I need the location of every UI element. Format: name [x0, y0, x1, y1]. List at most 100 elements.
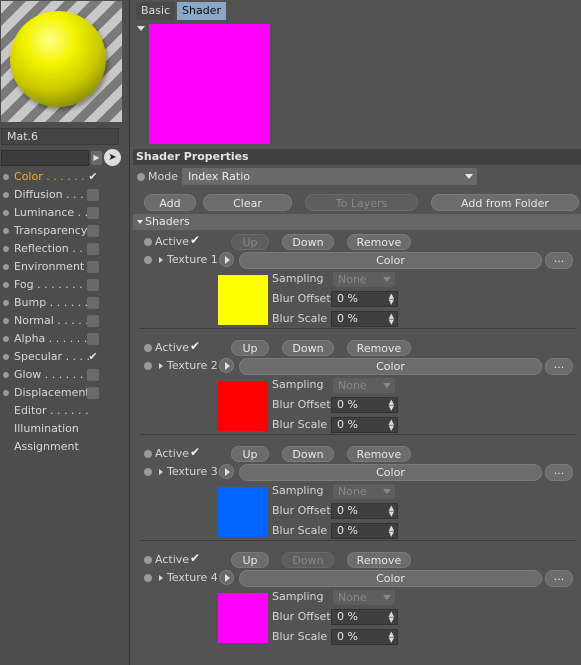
add-button[interactable]: Add — [144, 194, 196, 211]
channel-item[interactable]: Transparency — [0, 222, 130, 240]
shader-type-button[interactable]: Color — [239, 358, 542, 375]
channel-item[interactable]: Environment — [0, 258, 130, 276]
channel-enable-checkbox[interactable]: ✔ — [87, 351, 99, 363]
channel-enable-checkbox[interactable] — [87, 279, 99, 291]
channel-dot-icon[interactable] — [3, 282, 9, 288]
tab-shader[interactable]: Shader — [177, 2, 226, 20]
material-preview[interactable] — [1, 1, 122, 122]
active-checkbox[interactable]: ✔ — [190, 446, 203, 459]
channel-dot-icon[interactable] — [3, 264, 9, 270]
arrow-right-icon[interactable]: ▶ — [91, 151, 102, 165]
spinner-icon[interactable]: ▲ ▼ — [389, 419, 394, 432]
channel-dot-icon[interactable] — [3, 336, 9, 342]
texture-animation-dot[interactable] — [144, 574, 152, 582]
channel-enable-checkbox[interactable] — [87, 243, 99, 255]
channel-item[interactable]: Normal . . . . . — [0, 312, 130, 330]
active-checkbox[interactable]: ✔ — [190, 340, 203, 353]
shader-type-button[interactable]: Color — [239, 252, 542, 269]
up-button[interactable]: Up — [231, 552, 269, 568]
pick-cursor-icon[interactable]: ➤ — [104, 149, 121, 166]
add-from-folder-button[interactable]: Add from Folder — [431, 194, 579, 211]
channel-enable-checkbox[interactable] — [87, 261, 99, 273]
active-animation-dot[interactable] — [144, 238, 152, 246]
texture-animation-dot[interactable] — [144, 468, 152, 476]
color-swatch[interactable] — [218, 593, 268, 643]
texture-animation-dot[interactable] — [144, 256, 152, 264]
more-options-button[interactable]: ... — [545, 570, 573, 587]
down-button[interactable]: Down — [282, 340, 334, 356]
spinner-icon[interactable]: ▲ ▼ — [389, 293, 394, 306]
channel-dot-icon[interactable] — [3, 210, 9, 216]
channel-item[interactable]: Fog . . . . . . . . — [0, 276, 130, 294]
channel-item[interactable]: Luminance . . — [0, 204, 130, 222]
channel-item[interactable]: Displacement — [0, 384, 130, 402]
spinner-icon[interactable]: ▲ ▼ — [389, 525, 394, 538]
channel-item[interactable]: Bump . . . . . . — [0, 294, 130, 312]
channel-item[interactable]: Reflection . . . — [0, 240, 130, 258]
channel-dot-icon[interactable] — [3, 318, 9, 324]
channel-item[interactable]: Illumination — [0, 420, 130, 438]
blur-offset-field[interactable]: 0 % ▲ ▼ — [331, 609, 398, 625]
spinner-icon[interactable]: ▲ ▼ — [389, 399, 394, 412]
sampling-select[interactable]: None — [333, 378, 395, 393]
shader-type-button[interactable]: Color — [239, 570, 542, 587]
channel-item[interactable]: Editor . . . . . . — [0, 402, 130, 420]
remove-button[interactable]: Remove — [347, 552, 411, 568]
channel-item[interactable]: Diffusion . . . . — [0, 186, 130, 204]
tab-basic[interactable]: Basic — [136, 2, 176, 20]
color-swatch[interactable] — [218, 381, 268, 431]
texture-menu-button[interactable] — [219, 358, 234, 373]
mode-select[interactable]: Index Ratio — [182, 168, 477, 185]
blur-offset-field[interactable]: 0 % ▲ ▼ — [331, 291, 398, 307]
blur-offset-field[interactable]: 0 % ▲ ▼ — [331, 397, 398, 413]
blur-offset-field[interactable]: 0 % ▲ ▼ — [331, 503, 398, 519]
shaders-group-header[interactable]: Shaders — [133, 214, 581, 230]
channel-item[interactable]: Specular . . . . ✔ — [0, 348, 130, 366]
texture-animation-dot[interactable] — [144, 362, 152, 370]
channel-dot-icon[interactable] — [3, 174, 9, 180]
channel-item[interactable]: Glow . . . . . . . — [0, 366, 130, 384]
down-button[interactable]: Down — [282, 552, 334, 568]
expand-triangle-icon[interactable] — [159, 363, 163, 369]
down-button[interactable]: Down — [282, 234, 334, 250]
blur-scale-field[interactable]: 0 % ▲ ▼ — [331, 629, 398, 645]
shader-type-button[interactable]: Color — [239, 464, 542, 481]
channel-dot-icon[interactable] — [3, 390, 9, 396]
channel-enable-checkbox[interactable] — [87, 333, 99, 345]
texture-menu-button[interactable] — [219, 252, 234, 267]
remove-button[interactable]: Remove — [347, 446, 411, 462]
remove-button[interactable]: Remove — [347, 340, 411, 356]
channel-enable-checkbox[interactable] — [87, 297, 99, 309]
channel-dot-icon[interactable] — [3, 354, 9, 360]
sampling-select[interactable]: None — [333, 484, 395, 499]
channel-filter-field[interactable] — [1, 150, 89, 166]
blur-scale-field[interactable]: 0 % ▲ ▼ — [331, 523, 398, 539]
collapse-triangle-icon[interactable] — [137, 26, 145, 31]
more-options-button[interactable]: ... — [545, 252, 573, 269]
channel-dot-icon[interactable] — [3, 192, 9, 198]
texture-menu-button[interactable] — [219, 570, 234, 585]
up-button[interactable]: Up — [231, 446, 269, 462]
channel-enable-checkbox[interactable] — [87, 189, 99, 201]
active-checkbox[interactable]: ✔ — [190, 552, 203, 565]
spinner-icon[interactable]: ▲ ▼ — [389, 313, 394, 326]
active-animation-dot[interactable] — [144, 344, 152, 352]
channel-enable-checkbox[interactable] — [87, 369, 99, 381]
spinner-icon[interactable]: ▲ ▼ — [389, 611, 394, 624]
expand-triangle-icon[interactable] — [159, 575, 163, 581]
channel-enable-checkbox[interactable] — [87, 207, 99, 219]
remove-button[interactable]: Remove — [347, 234, 411, 250]
sampling-select[interactable]: None — [333, 590, 395, 605]
material-name-field[interactable]: Mat.6 — [1, 128, 119, 145]
channel-dot-icon[interactable] — [3, 228, 9, 234]
more-options-button[interactable]: ... — [545, 464, 573, 481]
sampling-select[interactable]: None — [333, 272, 395, 287]
channel-item[interactable]: Color . . . . . . ✔ — [0, 168, 130, 186]
clear-button[interactable]: Clear — [203, 194, 292, 211]
active-animation-dot[interactable] — [144, 450, 152, 458]
channel-enable-checkbox[interactable] — [87, 315, 99, 327]
spinner-icon[interactable]: ▲ ▼ — [389, 505, 394, 518]
color-swatch[interactable] — [218, 487, 268, 537]
texture-menu-button[interactable] — [219, 464, 234, 479]
up-button[interactable]: Up — [231, 340, 269, 356]
